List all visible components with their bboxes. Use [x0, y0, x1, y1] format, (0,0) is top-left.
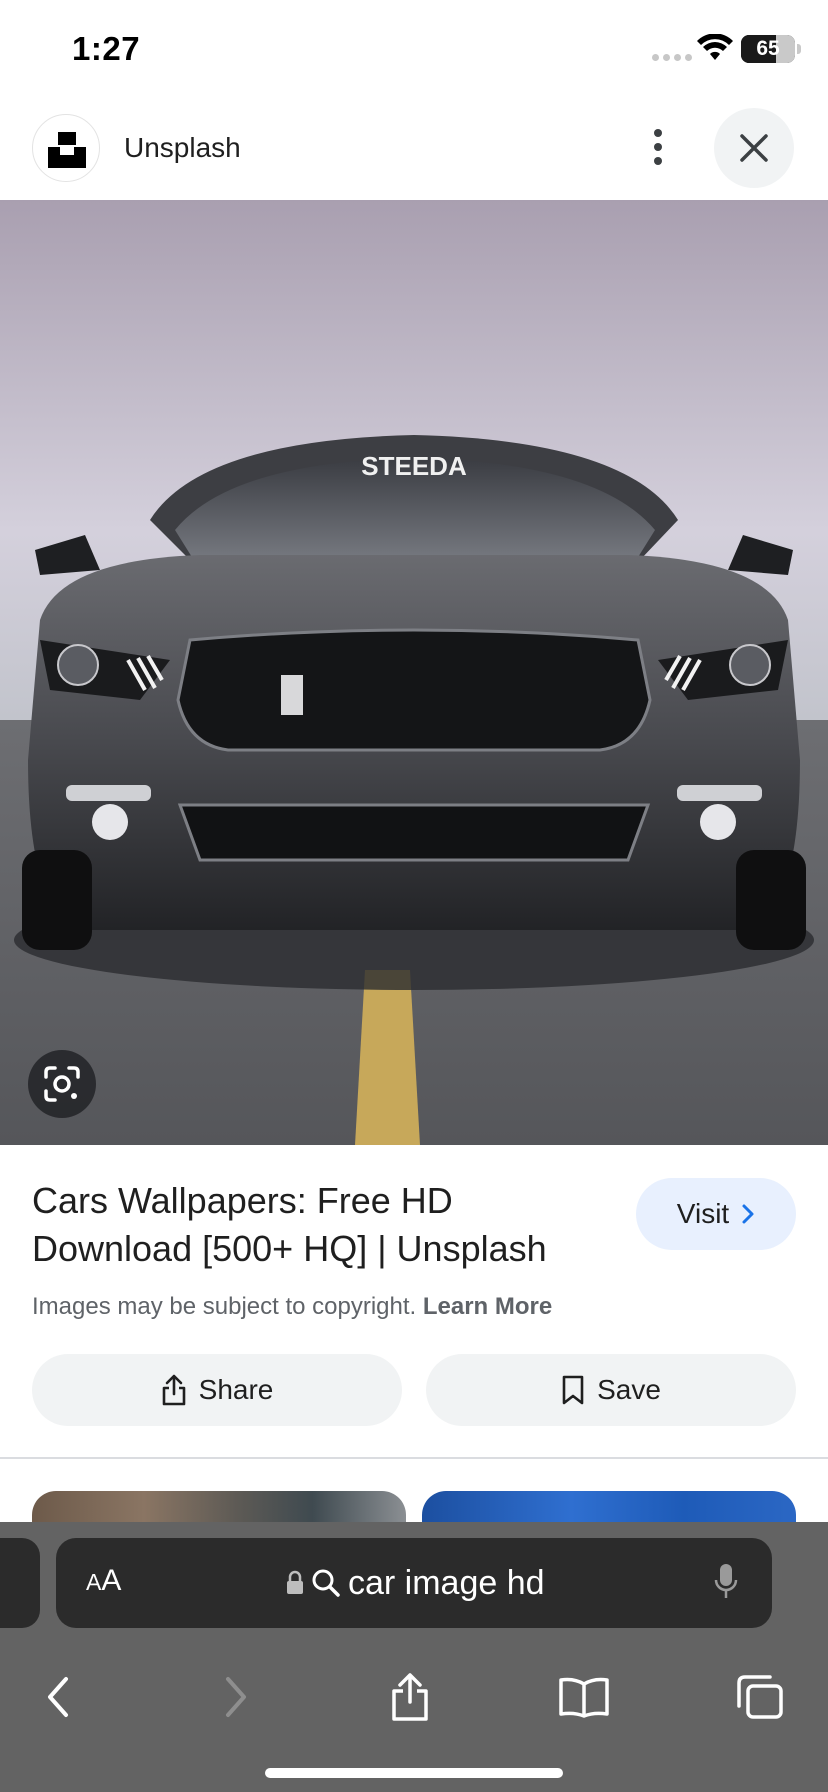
divider	[0, 1457, 828, 1459]
home-indicator	[265, 1768, 563, 1778]
back-button[interactable]	[18, 1652, 98, 1742]
copyright-text: Images may be subject to copyright.	[32, 1293, 417, 1320]
learn-more-link[interactable]: Learn More	[423, 1293, 552, 1320]
result-header: Unsplash	[0, 100, 828, 200]
close-button[interactable]	[714, 108, 794, 188]
share-icon	[162, 1374, 185, 1406]
visit-button[interactable]: Visit	[636, 1178, 796, 1250]
status-time: 1:27	[72, 30, 141, 67]
forward-button[interactable]	[196, 1652, 276, 1742]
safari-share-button[interactable]	[370, 1652, 450, 1742]
share-label: Share	[198, 1374, 274, 1405]
url-field[interactable]: car image hd	[286, 1560, 545, 1606]
bookmark-icon	[562, 1375, 584, 1405]
google-lens-button[interactable]	[28, 1050, 96, 1118]
share-button[interactable]: Share	[32, 1354, 402, 1426]
result-title[interactable]: Cars Wallpapers: Free HD Download [500+ …	[32, 1177, 592, 1273]
browser-nav-row	[0, 1652, 828, 1742]
forward-icon	[226, 1677, 246, 1717]
tabs-button[interactable]	[720, 1652, 800, 1742]
more-vert-icon[interactable]	[644, 122, 672, 172]
chevron-right-icon	[742, 1204, 754, 1224]
cellular-signal-icon	[652, 54, 692, 61]
text-size-button[interactable]: AA	[86, 1564, 121, 1598]
status-bar: 1:27 65	[0, 0, 828, 100]
wifi-icon	[697, 34, 733, 60]
result-image[interactable]: STEEDA	[0, 200, 828, 1145]
unsplash-logo-icon[interactable]	[32, 114, 100, 182]
battery-nub	[797, 44, 801, 54]
previous-tab-preview[interactable]	[0, 1538, 40, 1628]
visit-label: Visit	[676, 1198, 730, 1229]
windshield-text: STEEDA	[361, 451, 467, 481]
bookmarks-button[interactable]	[544, 1652, 624, 1742]
copyright-notice: Images may be subject to copyright. Lear…	[32, 1293, 552, 1321]
search-icon	[312, 1569, 340, 1597]
lock-icon	[287, 1570, 303, 1594]
battery-level: 65	[756, 37, 780, 60]
site-name[interactable]: Unsplash	[124, 132, 241, 164]
share-icon	[392, 1673, 428, 1721]
search-query: car image hd	[348, 1563, 545, 1602]
tabs-icon	[737, 1675, 783, 1719]
close-icon	[740, 134, 768, 162]
save-label: Save	[597, 1374, 661, 1405]
bookmarks-icon	[559, 1677, 609, 1718]
back-icon	[48, 1677, 68, 1717]
safari-toolbar: AA car image hd	[0, 1522, 828, 1792]
address-bar[interactable]: AA car image hd	[56, 1538, 772, 1628]
microphone-icon[interactable]	[714, 1562, 738, 1602]
google-lens-icon	[44, 1066, 80, 1102]
save-button[interactable]: Save	[426, 1354, 796, 1426]
battery-icon: 65	[741, 35, 795, 63]
